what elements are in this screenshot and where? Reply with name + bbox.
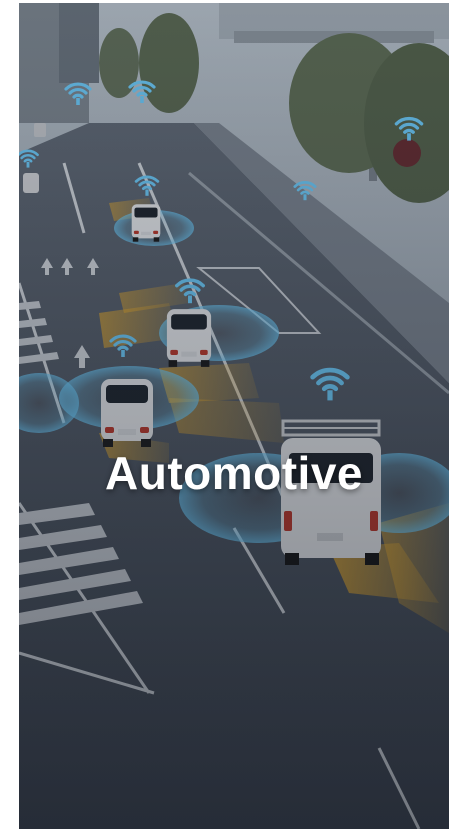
automotive-hero-image	[19, 3, 449, 829]
automotive-card[interactable]: Automotive	[19, 3, 449, 829]
card-title: Automotive	[105, 447, 363, 499]
